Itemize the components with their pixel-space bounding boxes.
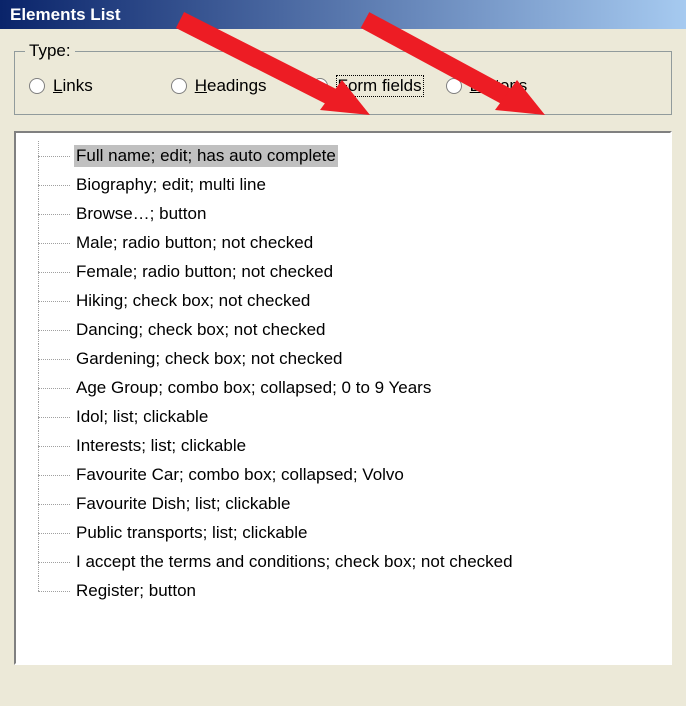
radio-links-label: Links: [53, 76, 93, 96]
dialog-body: Type: Links Headings Form fields Buttons…: [0, 29, 686, 673]
tree-item-label: I accept the terms and conditions; check…: [74, 551, 515, 573]
tree-connector-icon: [38, 460, 74, 489]
radio-links[interactable]: Links: [29, 76, 93, 96]
tree-connector-icon: [38, 257, 74, 286]
tree-connector-icon: [38, 489, 74, 518]
radio-icon: [312, 78, 328, 94]
tree-item[interactable]: Browse…; button: [38, 199, 670, 228]
tree-connector-icon: [38, 286, 74, 315]
tree-item-label: Interests; list; clickable: [74, 435, 248, 457]
tree-item[interactable]: Gardening; check box; not checked: [38, 344, 670, 373]
tree-item[interactable]: Dancing; check box; not checked: [38, 315, 670, 344]
tree-item-label: Full name; edit; has auto complete: [74, 145, 338, 167]
tree-item[interactable]: Public transports; list; clickable: [38, 518, 670, 547]
tree-item-label: Dancing; check box; not checked: [74, 319, 327, 341]
tree-item-label: Register; button: [74, 580, 198, 602]
radio-dot-icon: [316, 83, 323, 90]
type-legend: Type:: [25, 41, 75, 61]
tree-connector-icon: [38, 344, 74, 373]
tree-connector-icon: [38, 228, 74, 257]
tree-item[interactable]: Favourite Car; combo box; collapsed; Vol…: [38, 460, 670, 489]
radio-icon: [29, 78, 45, 94]
radio-headings[interactable]: Headings: [171, 76, 267, 96]
tree-item-label: Age Group; combo box; collapsed; 0 to 9 …: [74, 377, 433, 399]
tree-connector-icon: [38, 576, 74, 605]
radio-buttons[interactable]: Buttons: [446, 76, 528, 96]
elements-tree[interactable]: Full name; edit; has auto complete Biogra…: [14, 131, 672, 665]
radio-icon: [446, 78, 462, 94]
tree-connector-icon: [38, 518, 74, 547]
radio-form-fields-label: Form fields: [336, 75, 424, 97]
tree-item-label: Favourite Dish; list; clickable: [74, 493, 292, 515]
tree-item-label: Idol; list; clickable: [74, 406, 210, 428]
tree-item-label: Favourite Car; combo box; collapsed; Vol…: [74, 464, 406, 486]
tree-item-label: Female; radio button; not checked: [74, 261, 335, 283]
tree-item[interactable]: Idol; list; clickable: [38, 402, 670, 431]
tree-item[interactable]: Biography; edit; multi line: [38, 170, 670, 199]
tree-item-label: Browse…; button: [74, 203, 208, 225]
tree-item-label: Gardening; check box; not checked: [74, 348, 345, 370]
tree-item[interactable]: Hiking; check box; not checked: [38, 286, 670, 315]
radio-icon: [171, 78, 187, 94]
radio-headings-label: Headings: [195, 76, 267, 96]
tree-connector-icon: [38, 199, 74, 228]
tree-item[interactable]: I accept the terms and conditions; check…: [38, 547, 670, 576]
radio-form-fields[interactable]: Form fields: [312, 76, 424, 96]
tree-connector-icon: [38, 141, 74, 170]
radio-buttons-label: Buttons: [470, 76, 528, 96]
tree-item-label: Hiking; check box; not checked: [74, 290, 312, 312]
tree-item[interactable]: Full name; edit; has auto complete: [38, 141, 670, 170]
type-radio-row: Links Headings Form fields Buttons: [29, 76, 657, 96]
window-title: Elements List: [0, 0, 686, 29]
tree-item-label: Biography; edit; multi line: [74, 174, 268, 196]
tree-connector-icon: [38, 170, 74, 199]
tree-connector-icon: [38, 402, 74, 431]
tree-item[interactable]: Female; radio button; not checked: [38, 257, 670, 286]
tree-item-label: Male; radio button; not checked: [74, 232, 315, 254]
tree-item[interactable]: Male; radio button; not checked: [38, 228, 670, 257]
tree-item[interactable]: Interests; list; clickable: [38, 431, 670, 460]
tree-item[interactable]: Register; button: [38, 576, 670, 605]
tree-item[interactable]: Favourite Dish; list; clickable: [38, 489, 670, 518]
tree-item[interactable]: Age Group; combo box; collapsed; 0 to 9 …: [38, 373, 670, 402]
tree-connector-icon: [38, 373, 74, 402]
type-fieldset: Type: Links Headings Form fields Buttons: [14, 51, 672, 115]
tree-connector-icon: [38, 431, 74, 460]
tree-connector-icon: [38, 315, 74, 344]
tree-connector-icon: [38, 547, 74, 576]
tree-item-label: Public transports; list; clickable: [74, 522, 309, 544]
